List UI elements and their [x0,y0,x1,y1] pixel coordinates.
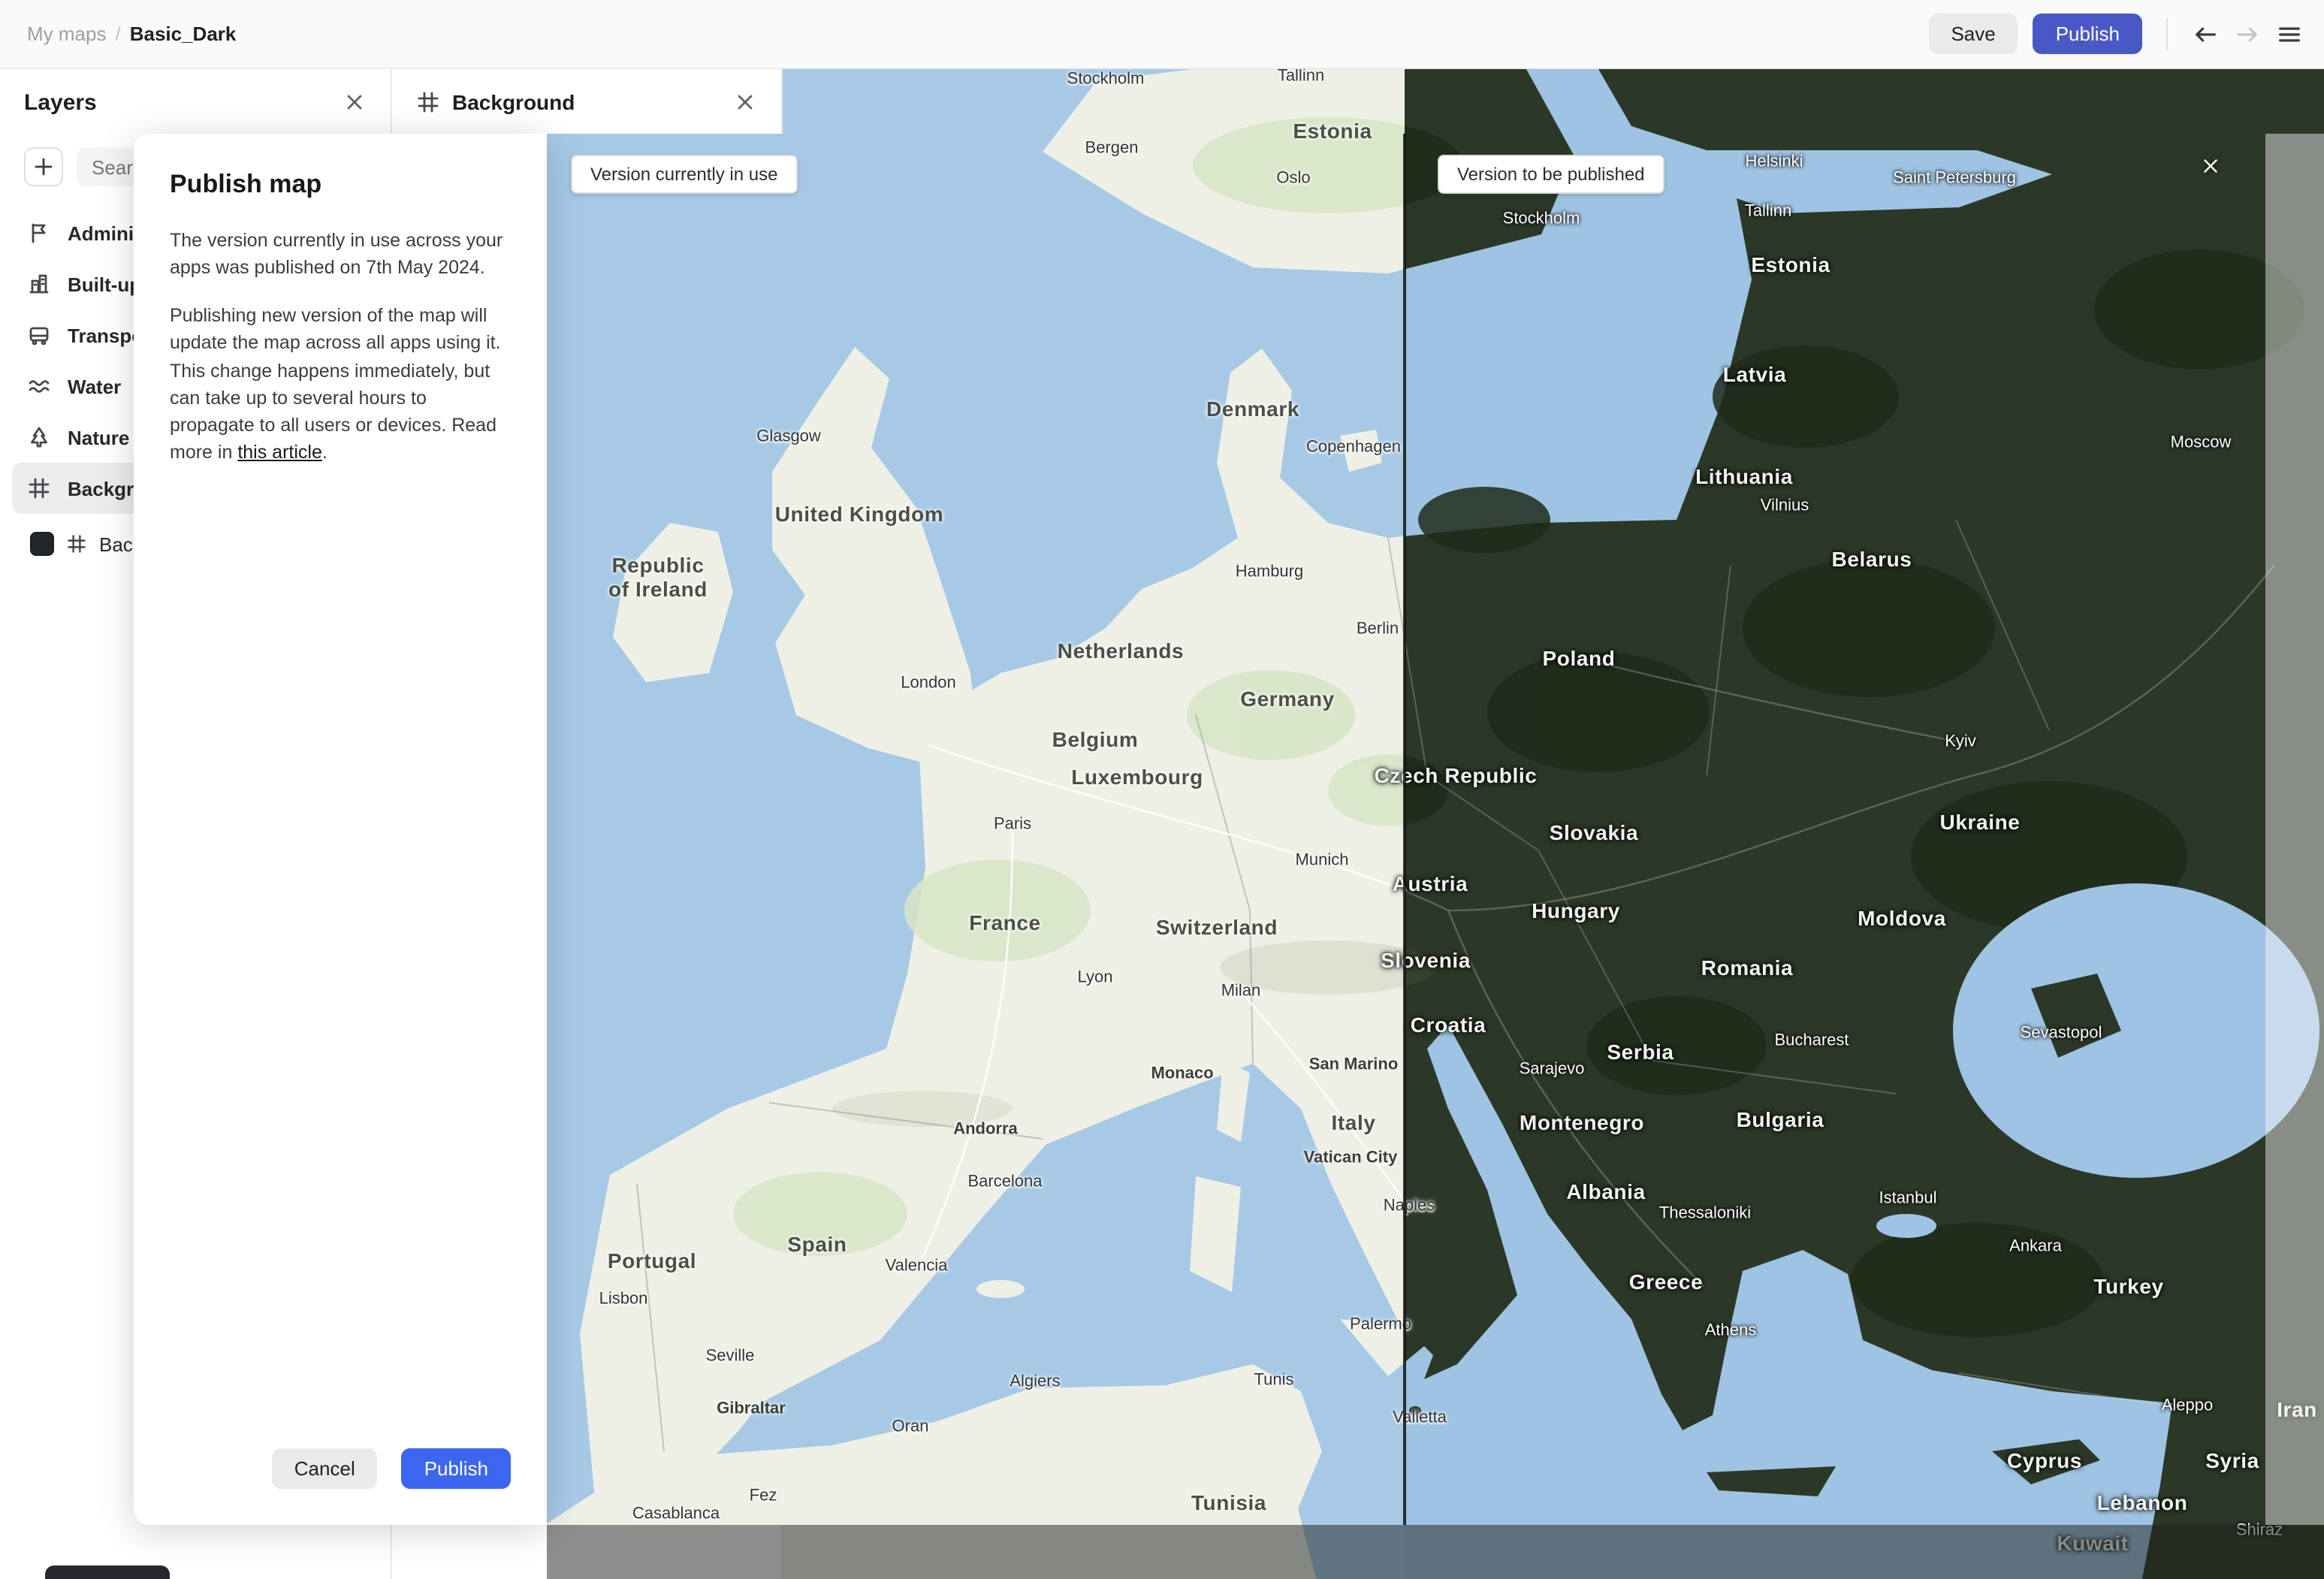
breadcrumb-separator: / [115,23,121,45]
version-to-publish-chip: Version to be published [1438,155,1665,194]
dim-overlay-bottom [547,1525,2324,1579]
sidebar-item-label: Nature [68,426,130,448]
version-current-chip: Version currently in use [571,155,798,194]
modal-paragraph-2: Publishing new version of the map will u… [170,305,501,463]
grid-icon [66,533,87,554]
save-button[interactable]: Save [1928,14,2018,54]
compare-divider[interactable] [1403,134,1406,1525]
color-swatch[interactable] [30,532,54,556]
top-bar: My maps / Basic_Dark Save Publish [0,0,2324,69]
modal-publish-button[interactable]: Publish [401,1448,511,1489]
bus-icon [27,323,51,347]
toolbar-divider [2166,17,2168,50]
map-canvas[interactable]: Stockholm Tallinn Estonia Bergen Oslo Glasgow… [547,67,2324,1579]
modal-title: Publish map [170,170,322,198]
publish-modal: Publish map The version currently in use… [134,134,547,1525]
buildings-icon [27,272,51,296]
publish-button[interactable]: Publish [2033,14,2142,54]
add-layer-button[interactable] [24,147,63,186]
breadcrumb-map-name: Basic_Dark [129,23,237,45]
menu-icon[interactable] [2276,20,2303,47]
bottom-left-pill[interactable] [45,1565,170,1579]
cancel-button[interactable]: Cancel [271,1448,378,1489]
breadcrumb: My maps / Basic_Dark [27,23,236,45]
sidebar-item-label: Water [68,375,122,397]
article-link[interactable]: this article [237,442,322,463]
compare-panel-current-version [547,134,1405,1525]
modal-paragraph-1: The version currently in use across your… [170,230,503,279]
redo-forward-icon[interactable] [2234,20,2261,47]
close-layers-panel-icon[interactable] [343,90,367,114]
grid-icon [416,90,440,114]
grid-icon [27,476,51,500]
breadcrumb-my-maps[interactable]: My maps [27,23,106,45]
layers-panel-title: Layers [24,89,97,115]
water-icon [27,374,51,398]
undo-back-icon[interactable] [2192,20,2219,47]
map-close-icon[interactable] [2199,155,2222,177]
fade-overlay-right [2265,134,2324,1525]
flag-icon [27,221,51,245]
tree-icon [27,425,51,449]
app-window: Background Stockholm Tallinn Estonia Bergen… [0,0,2324,1579]
